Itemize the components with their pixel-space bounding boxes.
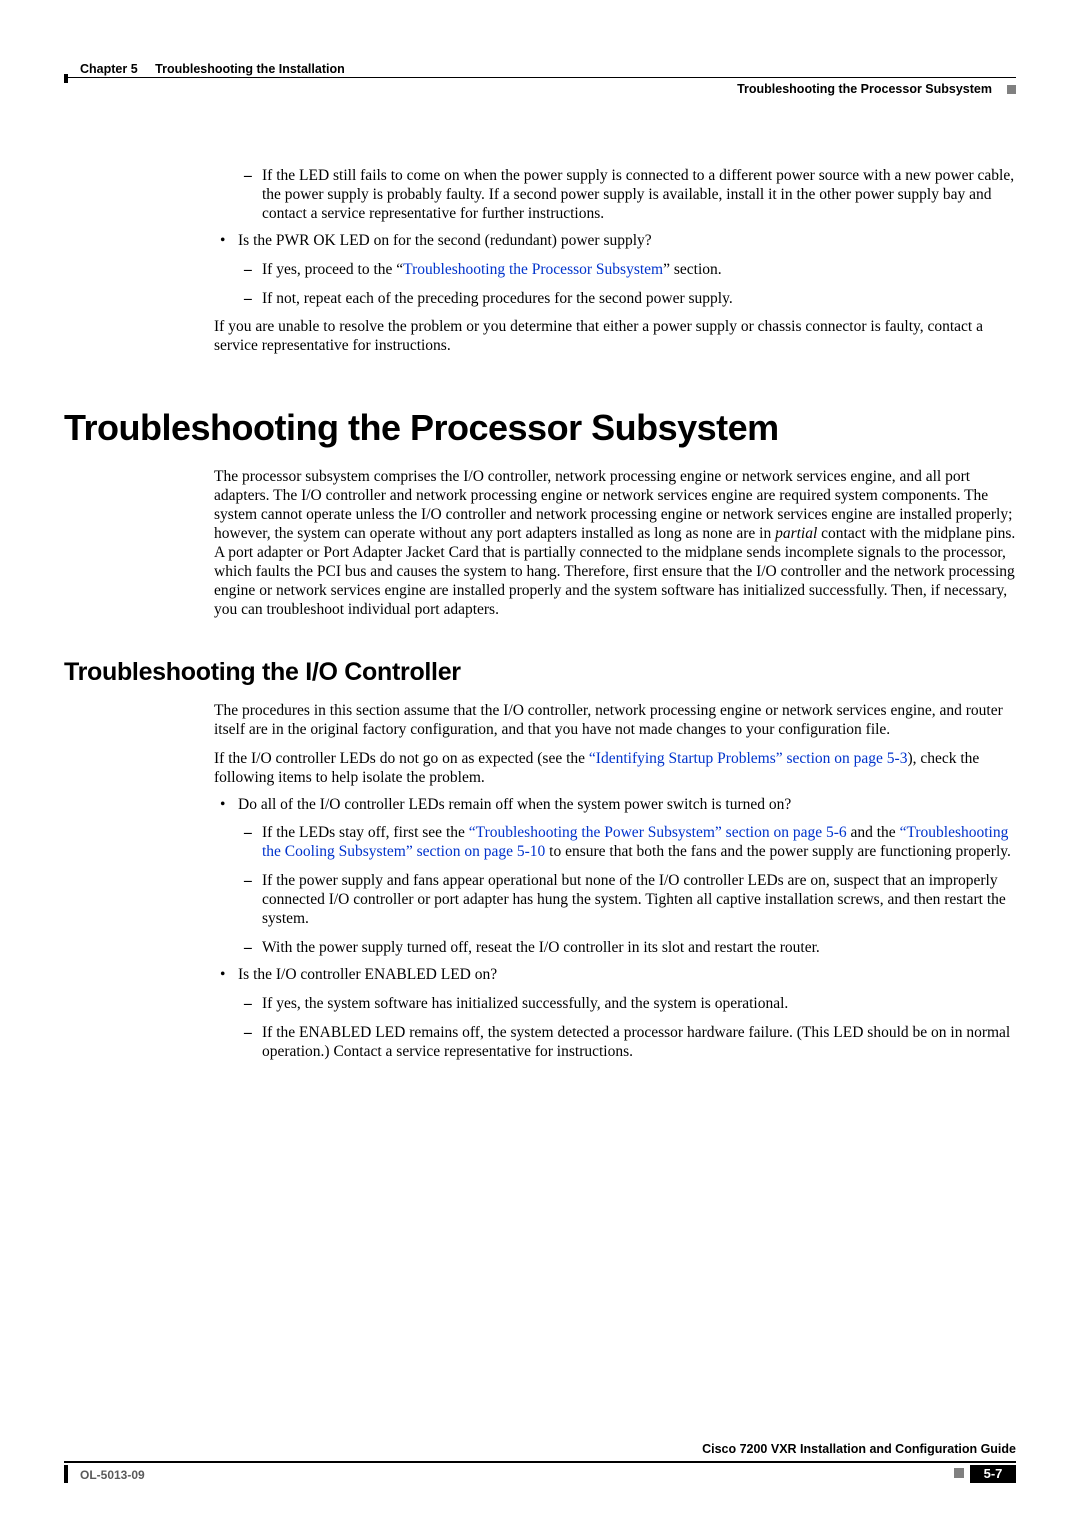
footer-guide-title: Cisco 7200 VXR Installation and Configur… bbox=[702, 1442, 1016, 1456]
dash-item: If yes, proceed to the “Troubleshooting … bbox=[214, 261, 1016, 280]
link-processor-subsystem[interactable]: Troubleshooting the Processor Subsystem bbox=[403, 261, 663, 278]
link-power-subsystem[interactable]: “Troubleshooting the Power Subsystem” se… bbox=[469, 824, 847, 841]
bullet-item: Is the PWR OK LED on for the second (red… bbox=[214, 232, 1016, 251]
body-paragraph: If the I/O controller LEDs do not go on … bbox=[214, 750, 1016, 788]
s2-dash-list-2: If yes, the system software has initiali… bbox=[214, 995, 1016, 1062]
dash-item: If yes, the system software has initiali… bbox=[214, 995, 1016, 1014]
text: ” section. bbox=[663, 261, 722, 278]
header-title: Troubleshooting the Installation bbox=[155, 62, 345, 76]
header-rule bbox=[64, 77, 1016, 78]
main-content: If the LED still fails to come on when t… bbox=[214, 167, 1016, 1062]
heading-2: Troubleshooting the I/O Controller bbox=[64, 657, 1016, 688]
s2-dash-list-1: If the LEDs stay off, first see the “Tro… bbox=[214, 824, 1016, 957]
dash-item: If the LED still fails to come on when t… bbox=[214, 167, 1016, 224]
text: and the bbox=[847, 824, 900, 841]
header-right: Troubleshooting the Processor Subsystem bbox=[737, 82, 992, 96]
bullet-item: Do all of the I/O controller LEDs remain… bbox=[214, 796, 1016, 815]
dash-item: If the LEDs stay off, first see the “Tro… bbox=[214, 824, 1016, 862]
s2-bullet-list: Do all of the I/O controller LEDs remain… bbox=[214, 796, 1016, 815]
dash-item: If the power supply and fans appear oper… bbox=[214, 872, 1016, 929]
dash-item: With the power supply turned off, reseat… bbox=[214, 939, 1016, 958]
top-bullet-list: Is the PWR OK LED on for the second (red… bbox=[214, 232, 1016, 251]
text: If the LEDs stay off, first see the bbox=[262, 824, 469, 841]
heading-1: Troubleshooting the Processor Subsystem bbox=[64, 406, 1016, 450]
text: If the I/O controller LEDs do not go on … bbox=[214, 750, 589, 767]
dash-item: If not, repeat each of the preceding pro… bbox=[214, 290, 1016, 309]
footer-square-icon bbox=[954, 1468, 964, 1478]
body-paragraph: The procedures in this section assume th… bbox=[214, 702, 1016, 740]
s2-bullet-list-2: Is the I/O controller ENABLED LED on? bbox=[214, 966, 1016, 985]
header-chapter: Chapter 5 bbox=[80, 62, 138, 76]
text: If yes, proceed to the “ bbox=[262, 261, 403, 278]
body-paragraph: The processor subsystem comprises the I/… bbox=[214, 468, 1016, 619]
body-paragraph: If you are unable to resolve the problem… bbox=[214, 318, 1016, 356]
bullet-item: Is the I/O controller ENABLED LED on? bbox=[214, 966, 1016, 985]
header-left: Chapter 5 Troubleshooting the Installati… bbox=[80, 62, 345, 76]
top-dash-list-2: If yes, proceed to the “Troubleshooting … bbox=[214, 261, 1016, 309]
link-startup-problems[interactable]: “Identifying Startup Problems” section o… bbox=[589, 750, 908, 767]
dash-item: If the ENABLED LED remains off, the syst… bbox=[214, 1024, 1016, 1062]
footer-doc-number: OL-5013-09 bbox=[80, 1468, 145, 1482]
page-number: 5-7 bbox=[970, 1465, 1016, 1483]
footer-bar-left bbox=[64, 1465, 68, 1483]
footer-rule bbox=[64, 1461, 1016, 1463]
top-dash-list: If the LED still fails to come on when t… bbox=[214, 167, 1016, 224]
header-bar-left bbox=[64, 74, 68, 83]
header-square-icon bbox=[1007, 85, 1016, 94]
text: to ensure that both the fans and the pow… bbox=[545, 843, 1011, 860]
italic-text: partial bbox=[775, 525, 817, 542]
